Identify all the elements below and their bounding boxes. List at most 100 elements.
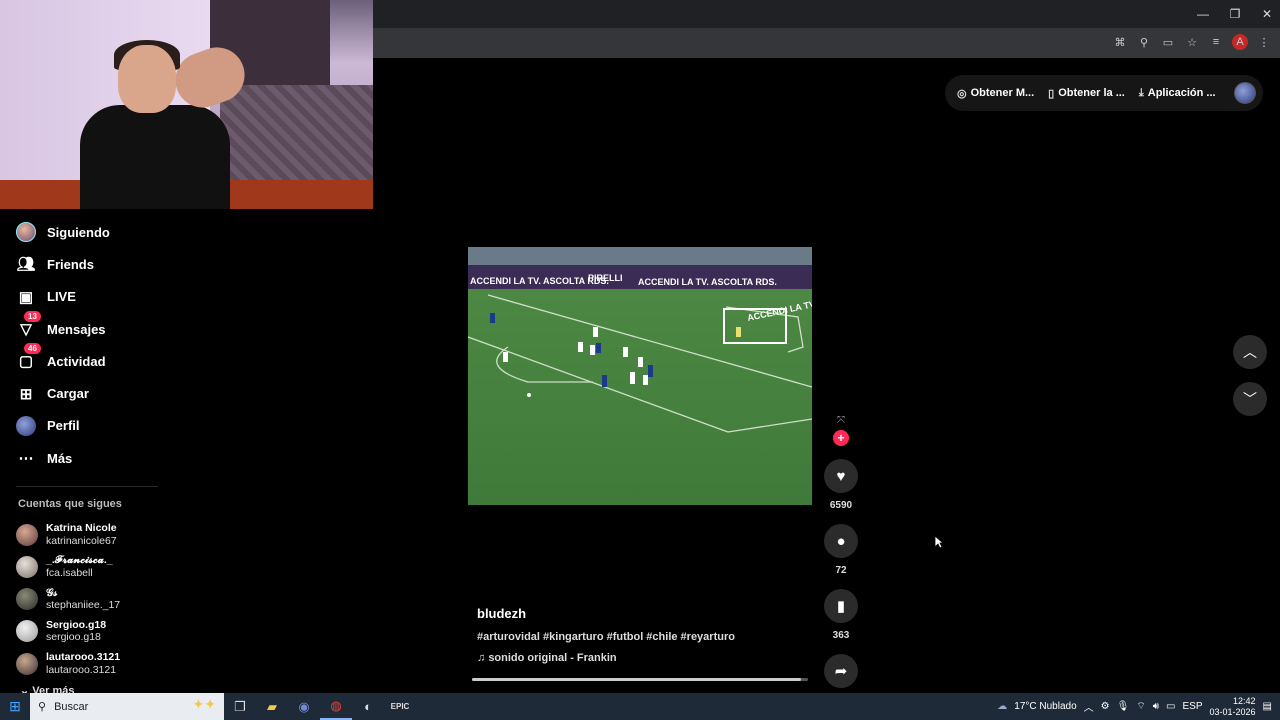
sidebar: Siguiendo 👥︎ Friends ▣ LIVE ▽ 13 Mensajes… [0, 216, 170, 697]
weather-text[interactable]: 17°C Nublado [1014, 701, 1076, 712]
account-avatar [16, 588, 38, 611]
account-avatar [16, 652, 38, 675]
translate-icon[interactable]: ⌘ [1112, 34, 1128, 50]
chevron-down-icon: ﹀ [1243, 391, 1257, 407]
messages-icon: ▽ 13 [16, 311, 41, 339]
epic-games-icon[interactable]: EPIC [384, 693, 416, 720]
account-item[interactable]: _.𝓕𝓻𝓪𝓷𝓬𝓲𝓼𝓬𝓪._ fca.isabell [0, 551, 170, 583]
music-row[interactable]: ♫ sonido original - Frankin [477, 652, 817, 664]
chrome-icon[interactable]: ◍ [320, 693, 352, 720]
sidebar-item-actividad[interactable]: ▢ 46 Actividad [0, 343, 170, 377]
mouse-cursor-icon [934, 535, 944, 549]
account-avatar [16, 620, 38, 643]
notifications-icon[interactable]: ▤ [1263, 701, 1272, 712]
upload-icon: ⊞ [19, 385, 33, 403]
sidebar-item-label: Friends [47, 256, 94, 272]
music-note-icon: ♫ [477, 652, 489, 664]
heart-icon: ♥ [836, 467, 846, 485]
activity-badge: 46 [24, 343, 41, 355]
video-caption: bludezh #arturovidal #kingarturo #futbol… [477, 606, 817, 664]
star-icon[interactable]: ☆ [1184, 34, 1200, 50]
windows-start-button[interactable]: ⊞ [0, 693, 30, 720]
desktop-app-label: Aplicación ... [1147, 87, 1216, 99]
get-app-button[interactable]: ▯ Obtener la ... [1048, 87, 1125, 100]
hashtags[interactable]: #arturovidal #kingarturo #futbol #chile … [477, 631, 817, 643]
clock[interactable]: 12:42 03-01-2026 [1210, 696, 1256, 718]
live-icon: ▣ [18, 288, 34, 306]
video-action-rail: ⤧ + ♥ 6590 ● 72 ▮ 363 ➦ 303 [820, 415, 862, 706]
mute-icon[interactable]: ⤧ [837, 415, 845, 429]
reading-list-icon[interactable]: ≡ [1208, 34, 1224, 50]
sidebar-item-mensajes[interactable]: ▽ 13 Mensajes [0, 311, 170, 345]
messages-badge: 13 [24, 311, 41, 323]
account-item[interactable]: Sergioo.g18 sergioo.g18 [0, 615, 170, 647]
close-window-button[interactable]: ✕ [1250, 0, 1280, 28]
battery-icon[interactable]: ▭ [1166, 701, 1175, 712]
language-indicator[interactable]: ESP [1182, 701, 1202, 712]
browser-address-bar[interactable]: ⌘ ⚲ ▭ ☆ ≡ A ⋮ [373, 28, 1280, 58]
zoom-icon[interactable]: ⚲ [1136, 34, 1152, 50]
account-name: Katrina Nicole [46, 522, 117, 535]
sidebar-item-cargar[interactable]: ⊞ Cargar [0, 377, 170, 409]
discord-icon[interactable]: ◉ [288, 693, 320, 720]
account-item[interactable]: Katrina Nicole katrinanicole67 [0, 518, 170, 550]
football-pitch-frame: ACCENDI LA TV. ASCOLTA RDS. PIRELLI ACCE… [468, 247, 812, 505]
account-username: lautarooo.3121 [46, 663, 117, 676]
microphone-icon[interactable]: 🎙︎ [1117, 701, 1130, 712]
sidebar-item-mas[interactable]: ⋯ Más [0, 442, 170, 474]
profile-avatar-icon [16, 415, 36, 436]
friends-icon: 👥︎ [16, 256, 36, 274]
divider [16, 486, 158, 488]
video-player[interactable]: ACCENDI LA TV. ASCOLTA RDS. PIRELLI ACCE… [468, 247, 812, 505]
account-avatar [16, 523, 38, 546]
obs-icon[interactable]: ◐ [352, 693, 384, 720]
author-username[interactable]: bludezh [477, 606, 817, 621]
menu-icon[interactable]: ⋮ [1256, 34, 1272, 50]
video-progress-bar[interactable] [472, 678, 808, 681]
user-avatar[interactable] [1233, 82, 1256, 104]
chevron-up-icon: ︿ [1243, 344, 1257, 360]
comment-button[interactable]: ● [824, 524, 858, 558]
task-view-icon[interactable]: ❐ [224, 693, 256, 720]
wifi-icon[interactable]: ⌔ [1136, 700, 1145, 713]
share-button[interactable]: ➦ [824, 654, 858, 688]
sidebar-item-live[interactable]: ▣ LIVE [0, 281, 170, 313]
profile-avatar[interactable]: A [1232, 34, 1248, 50]
previous-video-button[interactable]: ︿ [1233, 335, 1267, 369]
cast-icon[interactable]: ▭ [1160, 34, 1176, 50]
desktop-app-button[interactable]: ⤓ Aplicación ... [1139, 87, 1216, 100]
get-app-label: Obtener la ... [1058, 87, 1125, 99]
ad-board: ACCENDI LA TV. ASCOLTA RDS. [638, 277, 777, 287]
more-icon: ⋯ [18, 450, 34, 468]
download-icon: ⤓ [1138, 86, 1144, 99]
file-explorer-icon[interactable]: ▰ [256, 693, 288, 720]
account-item[interactable]: lautarooo.3121 lautarooo.3121 [0, 648, 170, 680]
bookmark-icon: ▮ [836, 598, 846, 615]
save-button[interactable]: ▮ [824, 589, 858, 623]
sidebar-item-friends[interactable]: 👥︎ Friends [0, 248, 170, 280]
sparkle-icon: ✦✦ [192, 696, 216, 712]
volume-icon[interactable]: 🔊︎ [1153, 701, 1159, 712]
account-name: lautarooo.3121 [46, 651, 121, 664]
account-username: sergioo.g18 [46, 631, 101, 644]
video-progress-fill [472, 678, 802, 681]
follow-plus-button[interactable]: + [833, 430, 849, 446]
sidebar-item-perfil[interactable]: Perfil [0, 410, 170, 442]
chevron-up-icon[interactable]: ︿ [1084, 699, 1094, 714]
sidebar-item-label: Más [47, 450, 73, 466]
account-name: 𝒢𝓈 [46, 586, 58, 599]
minimize-button[interactable]: — [1186, 0, 1220, 28]
next-video-button[interactable]: ﹀ [1233, 382, 1267, 416]
like-button[interactable]: ♥ [824, 459, 858, 493]
account-item[interactable]: 𝒢𝓈 stephaniiee._17 [0, 583, 170, 615]
taskbar-search[interactable]: ⚲ Buscar ✦✦ [30, 693, 224, 720]
account-avatar [16, 555, 38, 578]
get-coins-button[interactable]: ◎ Obtener M... [957, 87, 1034, 100]
webcam-overlay [0, 0, 373, 209]
account-username: katrinanicole67 [46, 534, 117, 547]
like-count: 6590 [829, 500, 853, 511]
sidebar-item-label: Perfil [47, 418, 80, 434]
restore-button[interactable]: ❐ [1218, 0, 1252, 28]
sidebar-item-siguiendo[interactable]: Siguiendo [0, 216, 170, 248]
network-icon[interactable]: ⚙ [1101, 701, 1110, 712]
